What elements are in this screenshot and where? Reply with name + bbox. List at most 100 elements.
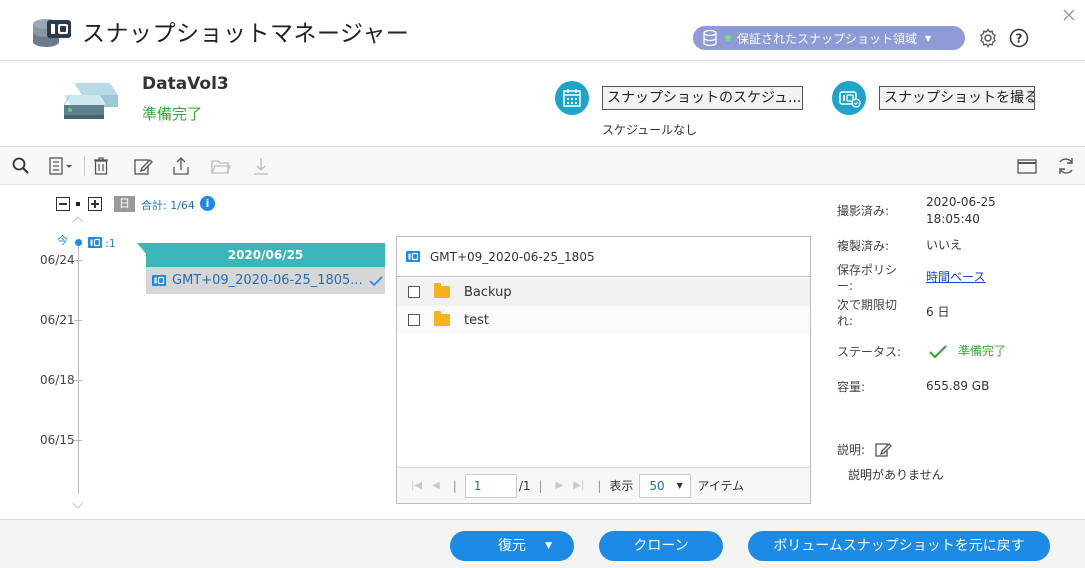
snapshot-group-date: 2020/06/25 [146, 243, 385, 267]
app-logo-icon [31, 12, 73, 50]
region-status-dot [725, 35, 731, 41]
chevron-down-icon: ▼ [545, 541, 552, 551]
total-pages: /1 [518, 478, 531, 493]
prev-page-icon[interactable]: ◀ [432, 480, 440, 491]
clone-button[interactable]: クローン [599, 531, 723, 561]
file-browser-title: GMT+09_2020-06-25_1805 [430, 249, 595, 264]
timeline-date: 06/21 [40, 313, 75, 327]
export-icon[interactable] [170, 155, 192, 177]
app-header: スナップショットマネージャー 保証されたスナップショット領域 ▼ ? [0, 0, 1085, 61]
calendar-icon[interactable] [555, 81, 589, 115]
edit-description-icon[interactable] [874, 440, 892, 458]
day-badge[interactable]: 日 [114, 196, 135, 212]
expire-label-line2: れ: [837, 314, 854, 328]
window-icon[interactable] [1016, 155, 1038, 177]
snapshot-details: 撮影済み: 2020-06-25 18:05:40 複製済み: いいえ 保存ポリ… [837, 186, 1077, 506]
timeline-date: 06/18 [40, 373, 75, 387]
snapshot-region-dropdown[interactable]: 保証されたスナップショット領域 ▼ [693, 26, 965, 50]
file-row[interactable]: Backup [397, 278, 810, 306]
file-name: test [464, 312, 489, 328]
folder-open-icon[interactable] [209, 155, 231, 177]
file-row[interactable]: test [397, 306, 810, 334]
close-icon[interactable] [1062, 8, 1076, 22]
edit-icon[interactable] [132, 155, 154, 177]
snapshot-item-label: GMT+09_2020-06-25_1805... [172, 273, 363, 288]
expand-icon[interactable] [88, 197, 102, 211]
replicated-label: 複製済み: [837, 239, 890, 253]
restore-button[interactable]: 復元 ▼ [450, 531, 574, 561]
pager-divider: | [597, 478, 602, 493]
row-checkbox[interactable] [408, 314, 420, 326]
tick [74, 440, 82, 441]
description-value: 説明がありません [848, 468, 944, 482]
now-label: 今 [57, 234, 68, 247]
toolbar-divider [84, 156, 85, 176]
take-snapshot-button[interactable]: スナップショットを撮る [879, 86, 1035, 110]
help-icon[interactable]: ? [1009, 28, 1029, 48]
last-page-icon[interactable]: ▶| [573, 480, 584, 491]
taken-time: 18:05:40 [926, 212, 980, 226]
snapshot-icon [406, 251, 420, 262]
tick [74, 260, 82, 261]
description-label: 説明: [837, 443, 866, 457]
capacity-value: 655.89 GB [926, 379, 990, 393]
expire-label-line1: 次で期限切 [837, 298, 898, 312]
svg-text:?: ? [1016, 32, 1023, 46]
volume-icon [60, 77, 122, 125]
snapshot-file-browser: GMT+09_2020-06-25_1805 Backup test |◀ ◀ … [396, 236, 811, 504]
timeline-date: 06/15 [40, 433, 75, 447]
app-title: スナップショットマネージャー [82, 21, 410, 47]
trash-icon[interactable] [90, 155, 112, 177]
info-icon[interactable]: i [200, 196, 215, 211]
per-page-value: 50 [649, 478, 665, 493]
next-page-icon[interactable]: ▶ [556, 480, 564, 491]
policy-link[interactable]: 時間ベース [926, 269, 985, 286]
collapse-icon[interactable] [56, 197, 70, 211]
row-checkbox[interactable] [408, 286, 420, 298]
now-marker [75, 239, 82, 246]
check-icon [369, 275, 383, 287]
restore-label: 復元 [498, 538, 526, 554]
volume-summary: DataVol3 準備完了 スナップショットのスケジュ... スケジュールなし … [0, 61, 1085, 147]
status-label: ステータス: [837, 345, 902, 359]
taken-date: 2020-06-25 [926, 195, 996, 209]
region-label: 保証されたスナップショット領域 [737, 31, 918, 46]
expire-value: 6 日 [926, 305, 950, 319]
timeline-date: 06/24 [40, 253, 75, 267]
schedule-snapshot-button[interactable]: スナップショットのスケジュ... [602, 86, 803, 110]
snapshot-timeline: 日 合計: 1/64 i 今 :1 06/24 06/21 06/18 06/1… [0, 186, 392, 519]
download-icon[interactable] [250, 155, 272, 177]
folder-icon [434, 283, 450, 298]
search-icon[interactable] [10, 155, 32, 177]
volume-name: DataVol3 [142, 74, 229, 94]
revert-volume-button[interactable]: ボリュームスナップショットを元に戻す [748, 531, 1050, 561]
tick [74, 380, 82, 381]
snapshot-icon [152, 275, 166, 286]
chevron-down-icon: ▼ [925, 33, 932, 43]
toolbar [0, 147, 1085, 185]
timeline-axis [78, 240, 79, 494]
status-value: 準備完了 [958, 344, 1007, 358]
page-number-input[interactable] [464, 473, 517, 498]
show-label: 表示 [609, 479, 634, 493]
camera-snapshot-icon[interactable] [832, 81, 866, 115]
policy-label-line1: 保存ポリシ [837, 263, 898, 277]
tick [74, 320, 82, 321]
items-label: アイテム [697, 479, 745, 493]
footer-actions: 復元 ▼ クローン ボリュームスナップショットを元に戻す [0, 519, 1085, 568]
volume-status: 準備完了 [142, 105, 203, 123]
chevron-down-icon: ▼ [676, 481, 683, 490]
refresh-icon[interactable] [1055, 155, 1077, 177]
replicated-value: いいえ [926, 238, 963, 252]
chevron-up-icon[interactable] [71, 213, 85, 223]
zoom-level-dot [76, 202, 80, 206]
pager-divider: | [452, 478, 457, 493]
view-mode-icon[interactable] [47, 155, 75, 177]
file-browser-header: GMT+09_2020-06-25_1805 [397, 237, 810, 277]
first-page-icon[interactable]: |◀ [411, 480, 422, 491]
per-page-select[interactable]: 50 ▼ [639, 473, 692, 498]
snapshot-item[interactable]: GMT+09_2020-06-25_1805... [146, 267, 385, 294]
pagination: |◀ ◀ | /1 | ▶ ▶| | 表示 50 ▼ アイテム [397, 467, 810, 503]
chevron-down-icon[interactable] [71, 500, 85, 510]
gear-icon[interactable] [978, 28, 998, 48]
